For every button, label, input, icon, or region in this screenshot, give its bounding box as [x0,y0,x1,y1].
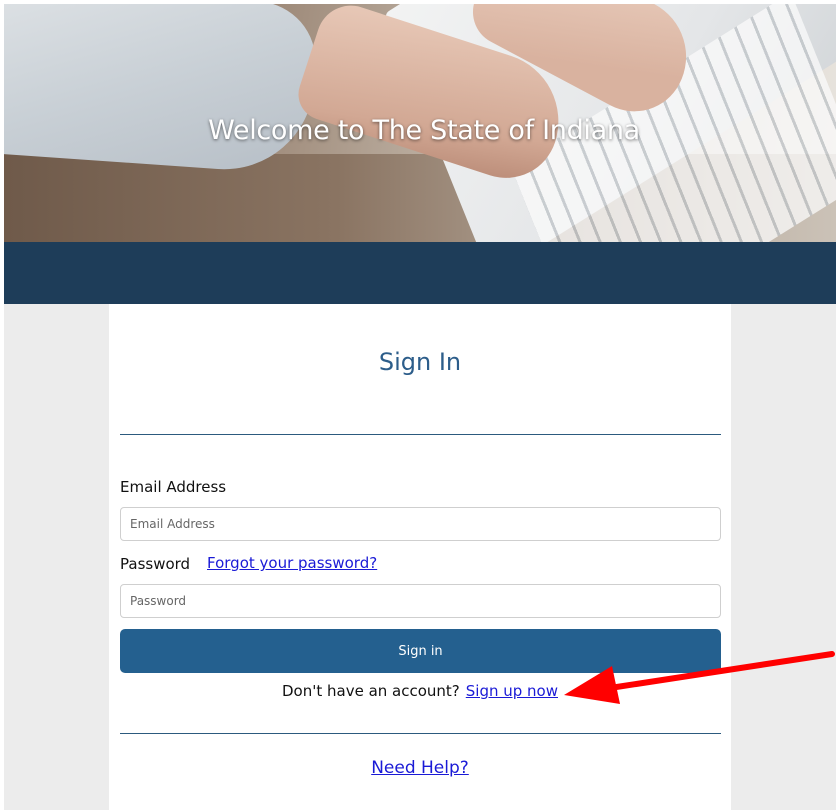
forgot-password-link[interactable]: Forgot your password? [207,554,377,572]
arrow-head [564,666,620,704]
hero-band [4,242,836,304]
top-divider [120,434,721,435]
signin-heading: Sign In [378,348,462,376]
email-input[interactable] [120,507,721,541]
no-account-text: Don't have an account? [281,682,460,700]
signup-link[interactable]: Sign up now [466,682,558,700]
signin-card: Sign In Email Address Password Forgot yo… [109,304,731,810]
need-help-link[interactable]: Need Help? [371,758,469,778]
help-row: Need Help? [109,758,731,778]
password-input[interactable] [120,584,721,618]
bottom-divider [120,733,721,734]
hero-sleeve-graphic [4,4,320,176]
hero-banner: Welcome to The State of Indiana [4,4,836,304]
arrow-left-icon [564,651,835,704]
email-label: Email Address [120,478,227,496]
arrow-shaft [607,651,835,691]
hero-title: Welcome to The State of Indiana [208,115,640,146]
password-label: Password [120,555,191,573]
